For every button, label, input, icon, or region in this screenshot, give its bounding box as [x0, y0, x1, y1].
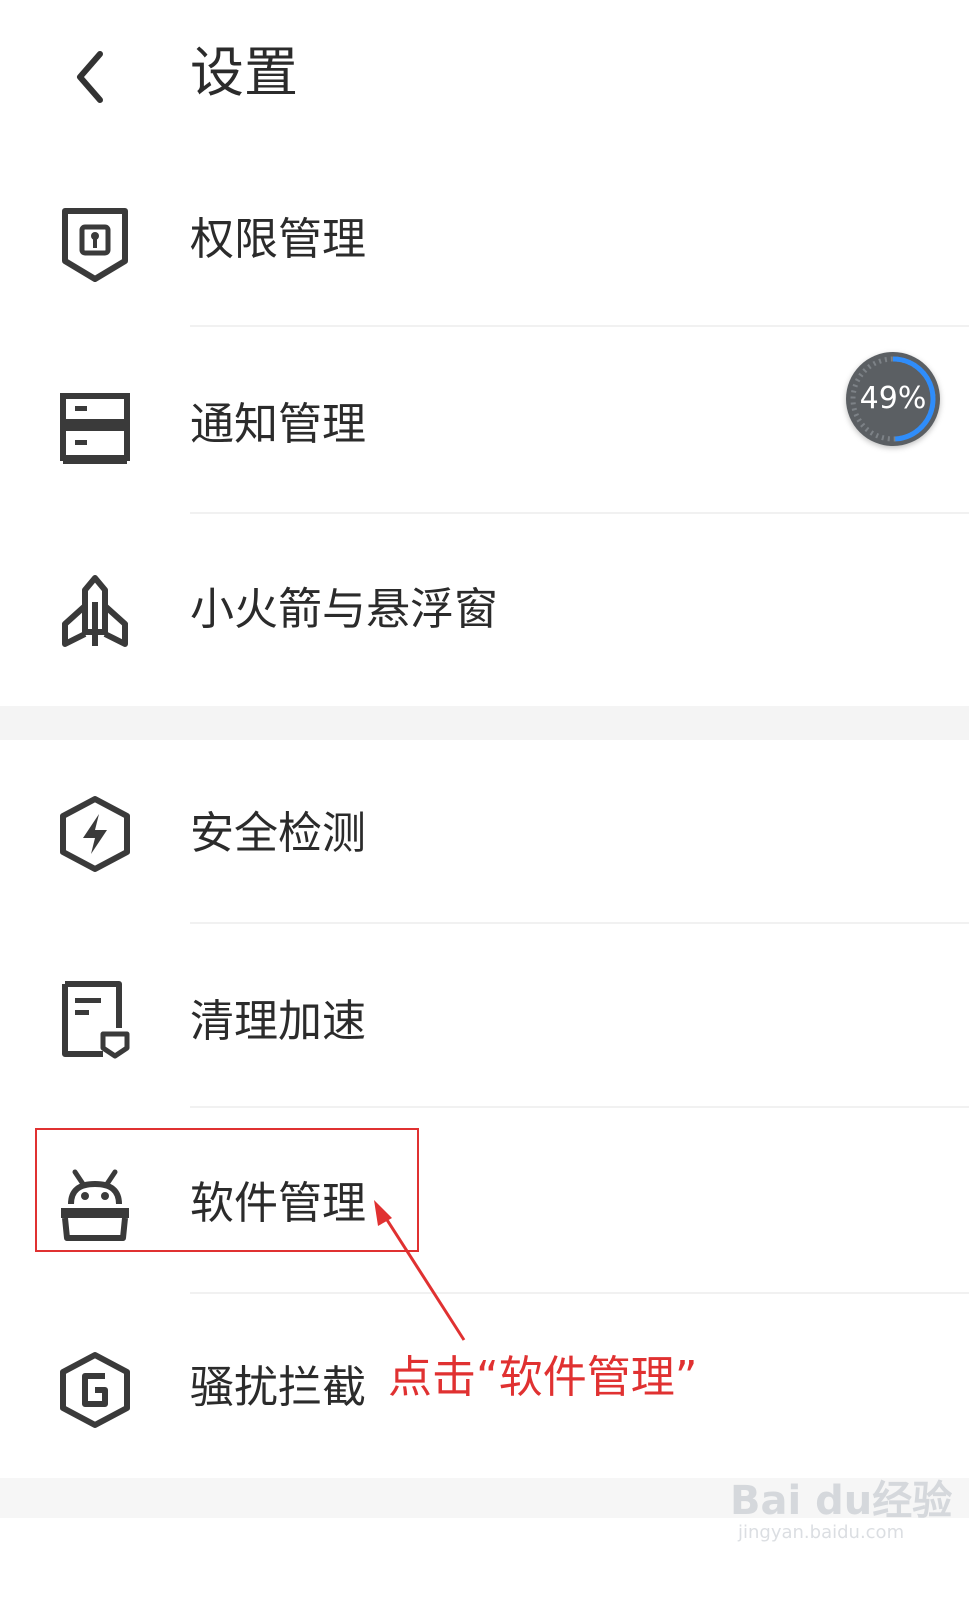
floating-speed-ball[interactable]: 49% [846, 352, 940, 446]
menu-item-rocket[interactable]: 小火箭与悬浮窗 [0, 540, 969, 690]
notification-list-icon [60, 393, 130, 464]
divider [190, 512, 969, 514]
menu-item-permission[interactable]: 权限管理 [0, 170, 969, 320]
section-separator [0, 706, 969, 740]
back-arrow-icon[interactable] [62, 42, 122, 112]
page-title: 设置 [190, 41, 298, 104]
progress-percent: 49% [859, 381, 927, 416]
watermark-logo-text: Bai du经验 [730, 1478, 953, 1524]
divider [190, 325, 969, 327]
divider [190, 1292, 969, 1294]
menu-label-permission: 权限管理 [190, 214, 366, 265]
menu-item-cleanup[interactable]: 清理加速 [0, 950, 969, 1100]
divider [190, 1106, 969, 1108]
menu-label-rocket: 小火箭与悬浮窗 [190, 584, 498, 635]
menu-label-security: 安全检测 [190, 808, 366, 859]
header-bar: 设置 [0, 0, 969, 150]
rocket-icon [62, 575, 128, 647]
menu-label-cleanup: 清理加速 [190, 996, 366, 1047]
annotation-text: 点击“软件管理” [388, 1352, 698, 1403]
baidu-jingyan-watermark: Bai du经验 jingyan.baidu.com [730, 1468, 952, 1558]
cleanup-document-icon [62, 981, 130, 1059]
watermark-url: jingyan.baidu.com [738, 1522, 905, 1543]
menu-item-security[interactable]: 安全检测 [0, 760, 969, 910]
block-shield-icon [60, 1352, 130, 1428]
menu-item-notification[interactable]: 通知管理 [0, 355, 969, 505]
shield-keyhole-icon [62, 208, 128, 282]
divider [190, 922, 969, 924]
annotation-arrow-icon [374, 1200, 466, 1341]
menu-label-notification: 通知管理 [190, 399, 366, 450]
lightning-hexagon-icon [60, 796, 130, 872]
menu-label-blocking: 骚扰拦截 [190, 1362, 366, 1413]
